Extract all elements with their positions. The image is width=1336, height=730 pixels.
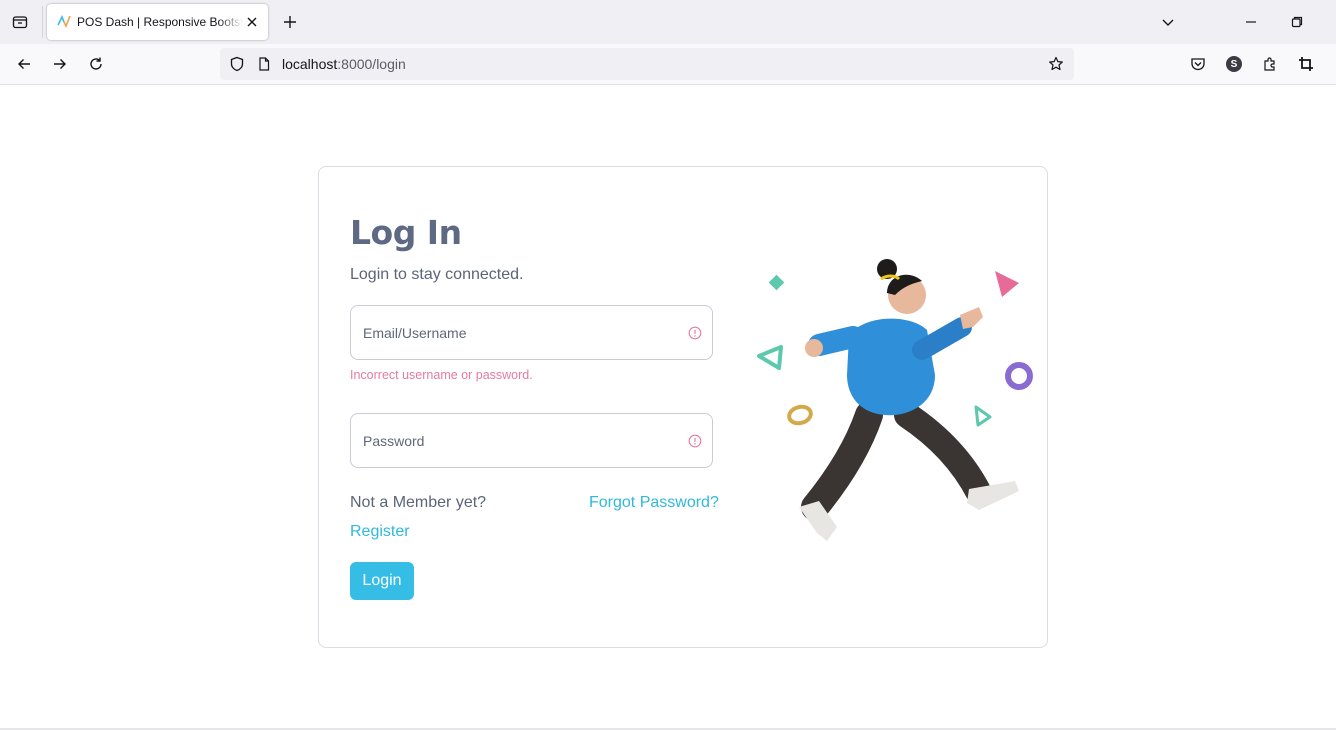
back-arm xyxy=(808,326,864,356)
login-subtitle: Login to stay connected. xyxy=(350,266,524,283)
not-member-text: Not a Member yet? xyxy=(350,494,487,511)
login-button[interactable]: Login xyxy=(350,562,414,600)
chevron-down-icon[interactable] xyxy=(1158,12,1178,32)
register-link[interactable]: Register xyxy=(350,523,410,541)
crop-icon[interactable] xyxy=(1296,54,1316,74)
back-hand xyxy=(805,339,823,357)
url-host: localhost xyxy=(282,56,338,72)
star-icon[interactable] xyxy=(1047,55,1065,73)
reload-icon[interactable] xyxy=(86,54,106,74)
gold-ring-shape xyxy=(787,404,813,426)
page-title: Log In xyxy=(350,213,462,252)
page-icon[interactable] xyxy=(256,56,272,72)
favicon-icon xyxy=(57,14,71,28)
purple-ring-shape xyxy=(1005,362,1033,390)
password-input[interactable] xyxy=(351,414,681,467)
email-field[interactable] xyxy=(350,305,713,360)
navigation-toolbar: localhost:8000/login S xyxy=(0,44,1336,85)
triangle-shape xyxy=(995,271,1019,297)
email-input[interactable] xyxy=(351,306,681,359)
plus-icon[interactable] xyxy=(280,12,300,32)
shield-icon[interactable] xyxy=(228,55,246,73)
running-person-illustration xyxy=(757,259,1033,541)
close-icon[interactable] xyxy=(244,14,260,30)
tab-title: POS Dash | Responsive Bootstrap 4 Admin … xyxy=(77,15,243,29)
profile-avatar[interactable]: S xyxy=(1224,54,1244,74)
tab-strip: POS Dash | Responsive Bootstrap 4 Admin … xyxy=(0,0,1336,44)
diamond-shape xyxy=(768,274,785,291)
tab-active[interactable]: POS Dash | Responsive Bootstrap 4 Admin … xyxy=(47,4,268,40)
url-bar[interactable]: localhost:8000/login xyxy=(220,48,1074,80)
minimize-icon[interactable] xyxy=(1241,12,1261,32)
url-text[interactable]: localhost:8000/login xyxy=(282,56,406,72)
restore-icon[interactable] xyxy=(1287,12,1307,32)
forward-arrow-icon[interactable] xyxy=(50,54,70,74)
front-arm xyxy=(912,317,972,360)
extensions-icon[interactable] xyxy=(1260,54,1280,74)
error-message: Incorrect username or password. xyxy=(350,368,533,382)
warning-icon xyxy=(688,326,702,340)
warning-icon xyxy=(688,434,702,448)
triangle-outline-shape xyxy=(757,345,783,370)
profile-initial: S xyxy=(1226,56,1242,72)
login-card: Log In Login to stay connected. Incorrec… xyxy=(318,166,1048,648)
back-arrow-icon[interactable] xyxy=(14,54,34,74)
small-triangle-shape xyxy=(974,405,992,427)
forgot-password-link[interactable]: Forgot Password? xyxy=(589,494,719,512)
tab-list-icon[interactable] xyxy=(9,11,31,33)
url-path: :8000/login xyxy=(337,56,406,72)
hair-tie xyxy=(880,274,901,281)
tab-separator xyxy=(42,6,43,38)
password-field[interactable] xyxy=(350,413,713,468)
front-hand xyxy=(960,307,983,329)
back-leg xyxy=(801,401,883,521)
pocket-icon[interactable] xyxy=(1188,54,1208,74)
front-leg xyxy=(894,402,992,506)
